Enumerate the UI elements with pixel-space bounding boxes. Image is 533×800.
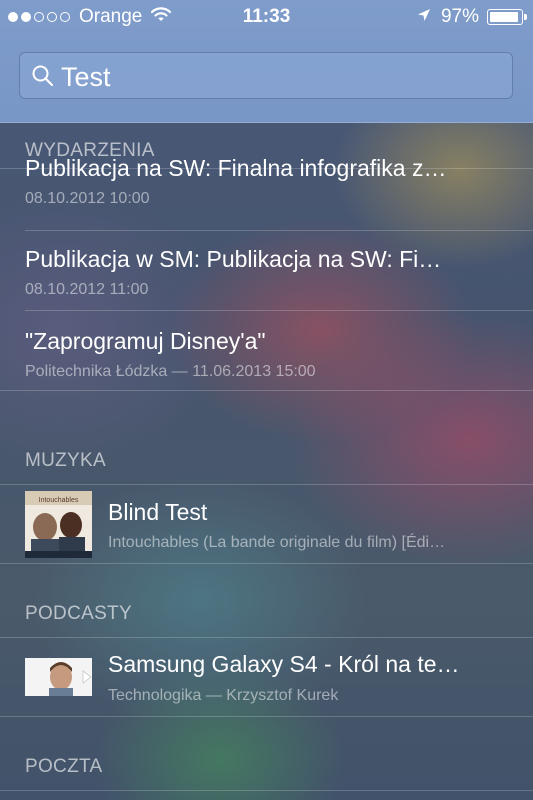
row-separator <box>0 390 533 391</box>
battery-fill <box>490 12 518 22</box>
section-header-label: MUZYKA <box>25 450 106 471</box>
result-title: "Zaprogramuj Disney'a" <box>25 328 266 354</box>
battery-nub <box>524 14 527 20</box>
album-art-caption: Intouchables <box>39 497 79 504</box>
location-arrow-icon <box>417 6 431 28</box>
battery-percent: 97% <box>440 6 479 27</box>
event-result-3[interactable]: "Zaprogramuj Disney'a" Politechnika Łódz… <box>0 311 533 391</box>
section-header-label: POCZTA <box>25 756 103 777</box>
podcast-artwork <box>25 658 92 696</box>
result-subtitle: 08.10.2012 11:00 <box>25 281 149 298</box>
section-header-music: MUZYKA <box>0 392 533 485</box>
result-subtitle: 08.10.2012 10:00 <box>25 190 150 207</box>
event-result-1[interactable]: Publikacja na SW: Finalna infografika z…… <box>0 155 533 231</box>
top-bar: Orange 11:33 97% Test <box>0 0 533 123</box>
battery-icon <box>487 9 527 25</box>
result-subtitle: Intouchables (La bande originale du film… <box>108 534 446 551</box>
search-field[interactable]: Test <box>19 52 513 99</box>
section-header-label: PODCASTY <box>25 603 132 624</box>
search-icon <box>31 64 55 93</box>
event-result-2[interactable]: Publikacja w SM: Publikacja na SW: Fi… 0… <box>0 231 533 311</box>
result-title: Publikacja na SW: Finalna infografika z… <box>25 155 447 181</box>
result-title: Publikacja w SM: Publikacja na SW: Fi… <box>25 246 442 272</box>
result-title: Blind Test <box>108 499 208 525</box>
result-title: Samsung Galaxy S4 - Król na te… <box>108 651 460 677</box>
result-subtitle: Politechnika Łódzka — 11.06.2013 15:00 <box>25 363 316 380</box>
status-right: 97% <box>417 6 527 28</box>
album-art: Intouchables <box>25 491 92 558</box>
music-result-1[interactable]: Intouchables Blind Test Intouchables (La… <box>0 484 533 564</box>
podcast-result-1[interactable]: Samsung Galaxy S4 - Król na te… Technolo… <box>0 637 533 717</box>
search-query[interactable]: Test <box>61 62 111 93</box>
status-bar: Orange 11:33 97% <box>0 0 533 34</box>
section-header-mail: POCZTA <box>0 717 533 791</box>
section-header-podcasts: PODCASTY <box>0 564 533 638</box>
result-subtitle: Technologika — Krzysztof Kurek <box>108 687 339 704</box>
search-results-list[interactable]: WYDARZENIA Publikacja na SW: Finalna inf… <box>0 122 533 800</box>
